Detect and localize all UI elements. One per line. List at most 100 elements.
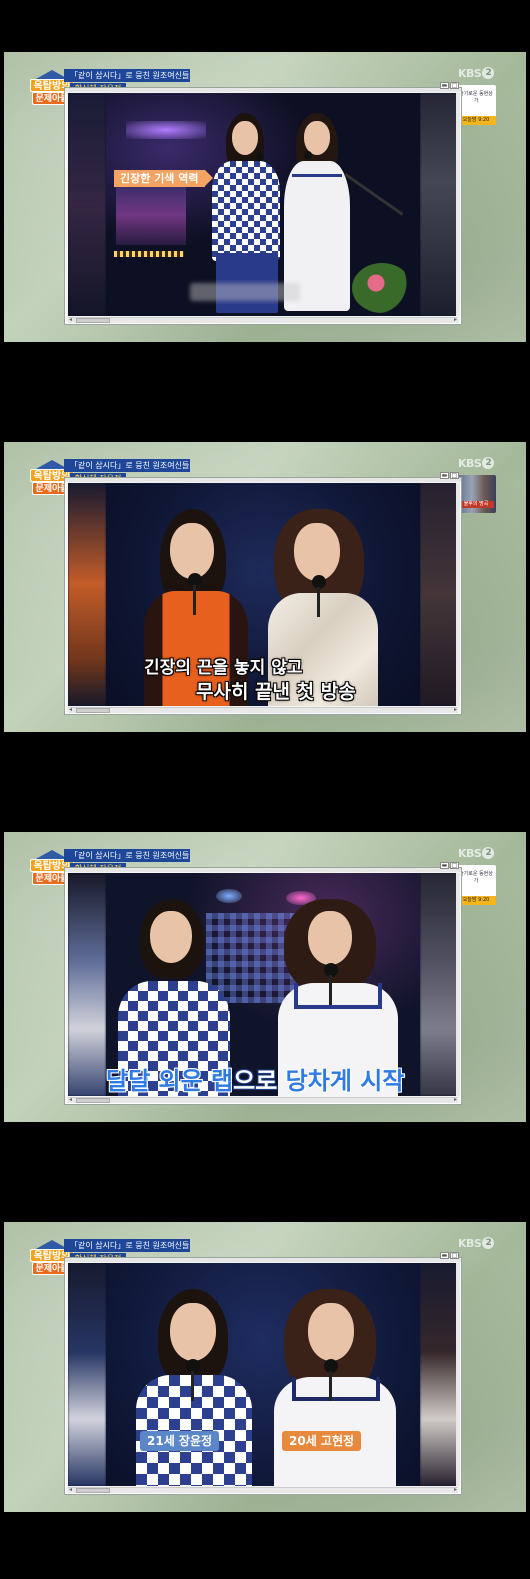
topic-bar: 「같이 삽시다」로 뭉친 원조여신들 bbox=[64, 849, 190, 862]
frame-panel-1: 옥탑방의 문제아들 「같이 삽시다」로 뭉친 원조여신들 황신혜 장윤정 KBS… bbox=[4, 52, 526, 342]
channel-name: KBS bbox=[458, 457, 482, 470]
promo-card: 불후의 명곡 bbox=[456, 475, 496, 513]
window-controls: ▬ □ bbox=[439, 82, 459, 90]
horizontal-scrollbar[interactable]: ◂ ▸ bbox=[68, 317, 458, 323]
face bbox=[232, 121, 258, 155]
age-label-left: 21세 장윤정 bbox=[140, 1431, 220, 1451]
letterbox-gap-1 bbox=[0, 342, 530, 442]
checkered-dress bbox=[212, 161, 280, 261]
frame-panel-3: 옥탑방의 문제아들 「같이 삽시다」로 뭉친 원조여신들 황신혜 장윤정 KBS… bbox=[4, 832, 526, 1122]
maximize-icon: □ bbox=[450, 1252, 459, 1259]
horizontal-scrollbar[interactable]: ◂ ▸ bbox=[68, 1097, 458, 1103]
collar bbox=[292, 161, 342, 177]
channel-name: KBS bbox=[458, 847, 482, 860]
sailor-collar bbox=[292, 1377, 380, 1401]
topic-bar: 「같이 삽시다」로 뭉친 원조여신들 bbox=[64, 69, 190, 82]
side-blur-left bbox=[68, 483, 106, 706]
scroll-left-icon[interactable]: ◂ bbox=[69, 707, 72, 713]
side-blur-right bbox=[420, 1263, 458, 1486]
scroll-left-icon[interactable]: ◂ bbox=[69, 317, 72, 323]
minimize-icon: ▬ bbox=[440, 862, 449, 869]
horizontal-scrollbar[interactable]: ◂ ▸ bbox=[68, 707, 458, 713]
face bbox=[294, 523, 340, 581]
age-label-right: 20세 고현정 bbox=[282, 1431, 362, 1451]
channel-number: 2 bbox=[482, 1237, 495, 1249]
channel-number: 2 bbox=[482, 67, 495, 79]
window-frame: ▬ □ 달달 외운 랩으로 당차게 시작 ◂ ▸ bbox=[64, 862, 462, 1105]
side-blur-right bbox=[420, 93, 458, 316]
subtitle-line-2: 무사히 끝낸 첫 방송 bbox=[196, 681, 356, 703]
promo-text: 슬기로운 동현상가 bbox=[459, 91, 493, 104]
face bbox=[170, 1303, 216, 1361]
side-blur-left bbox=[68, 873, 106, 1096]
channel-number: 2 bbox=[482, 457, 495, 469]
promo-time: 오늘밤 9:20 bbox=[456, 896, 496, 905]
channel-logo: KBS 2 bbox=[458, 457, 495, 471]
channel-logo: KBS 2 bbox=[458, 847, 495, 861]
scroll-right-icon[interactable]: ▸ bbox=[454, 317, 457, 323]
channel-logo: KBS 2 bbox=[458, 67, 495, 81]
letterbox-gap-2 bbox=[0, 732, 530, 832]
letterbox-top bbox=[0, 0, 530, 52]
scroll-thumb[interactable] bbox=[76, 1098, 110, 1103]
side-blur-right bbox=[420, 873, 458, 1096]
microphone-handle bbox=[317, 587, 320, 617]
scroll-thumb[interactable] bbox=[76, 318, 110, 323]
scroll-right-icon[interactable]: ▸ bbox=[454, 707, 457, 713]
topic-bar: 「같이 삽시다」로 뭉친 원조여신들 bbox=[64, 1239, 190, 1252]
promo-text: 슬기로운 동현상가 bbox=[459, 871, 493, 884]
promo-time: 오늘밤 9:20 bbox=[456, 116, 496, 125]
stage-light bbox=[126, 121, 206, 139]
subtitle-part-1: 달달 외운 랩 bbox=[106, 1067, 234, 1095]
microphone-handle bbox=[191, 1371, 194, 1401]
side-blur-right bbox=[420, 483, 458, 706]
subtitle-rap: 달달 외운 랩으로 당차게 시작 bbox=[106, 1061, 404, 1096]
face bbox=[150, 911, 192, 963]
maximize-icon: □ bbox=[450, 472, 459, 479]
microphone-icon bbox=[304, 151, 312, 159]
side-blur-left bbox=[68, 1263, 106, 1486]
window-controls: ▬ □ bbox=[439, 862, 459, 870]
window-titlebar bbox=[65, 1258, 461, 1262]
letterbox-gap-3 bbox=[0, 1122, 530, 1222]
microphone-handle bbox=[329, 1371, 332, 1401]
channel-logo: KBS 2 bbox=[458, 1237, 495, 1251]
maximize-icon: □ bbox=[450, 862, 459, 869]
vertical-scrollbar[interactable] bbox=[456, 1263, 460, 1486]
vertical-scrollbar[interactable] bbox=[456, 873, 460, 1096]
scroll-left-icon[interactable]: ◂ bbox=[69, 1097, 72, 1103]
caption-tag: 긴장한 기색 역력 bbox=[114, 170, 212, 187]
horizontal-scrollbar[interactable]: ◂ ▸ bbox=[68, 1487, 458, 1493]
topic-bar: 「같이 삽시다」로 뭉친 원조여신들 bbox=[64, 459, 190, 472]
video-frame: 긴장의 끈을 놓지 않고 무사히 끝낸 첫 방송 bbox=[68, 483, 458, 706]
vertical-scrollbar[interactable] bbox=[456, 483, 460, 706]
scroll-right-icon[interactable]: ▸ bbox=[454, 1097, 457, 1103]
subtitle-part-2: 으로 bbox=[233, 1067, 278, 1095]
video-frame: 긴장한 기색 역력 bbox=[68, 93, 458, 316]
window-titlebar bbox=[65, 88, 461, 92]
face bbox=[308, 1303, 354, 1361]
flower-bouquet bbox=[352, 263, 412, 313]
channel-number: 2 bbox=[482, 847, 495, 859]
stage-floor-lights bbox=[114, 251, 184, 257]
window-frame: ▬ □ 21세 장윤정 20세 고현정 ◂ ▸ bbox=[64, 1252, 462, 1495]
scroll-right-icon[interactable]: ▸ bbox=[454, 1487, 457, 1493]
scroll-thumb[interactable] bbox=[76, 1488, 110, 1493]
scroll-thumb[interactable] bbox=[76, 708, 110, 713]
maximize-icon: □ bbox=[450, 82, 459, 89]
vertical-scrollbar[interactable] bbox=[456, 93, 460, 316]
video-frame: 달달 외운 랩으로 당차게 시작 bbox=[68, 873, 458, 1096]
face bbox=[308, 911, 352, 965]
scroll-left-icon[interactable]: ◂ bbox=[69, 1487, 72, 1493]
microphone-handle bbox=[193, 585, 196, 615]
stage-scene: 21세 장윤정 20세 고현정 bbox=[106, 1263, 420, 1486]
frame-panel-4: 옥탑방의 문제아들 「같이 삽시다」로 뭉친 원조여신들 황신혜 장윤정 KBS… bbox=[4, 1222, 526, 1512]
stage-scene: 긴장한 기색 역력 bbox=[106, 93, 420, 316]
microphone-icon bbox=[256, 153, 264, 161]
subtitle-part-3: 당차게 시작 bbox=[285, 1067, 405, 1095]
window-titlebar bbox=[65, 478, 461, 482]
letterbox-bottom bbox=[0, 1512, 530, 1579]
window-controls: ▬ □ bbox=[439, 472, 459, 480]
face bbox=[304, 121, 330, 155]
stage-screen bbox=[116, 185, 186, 245]
